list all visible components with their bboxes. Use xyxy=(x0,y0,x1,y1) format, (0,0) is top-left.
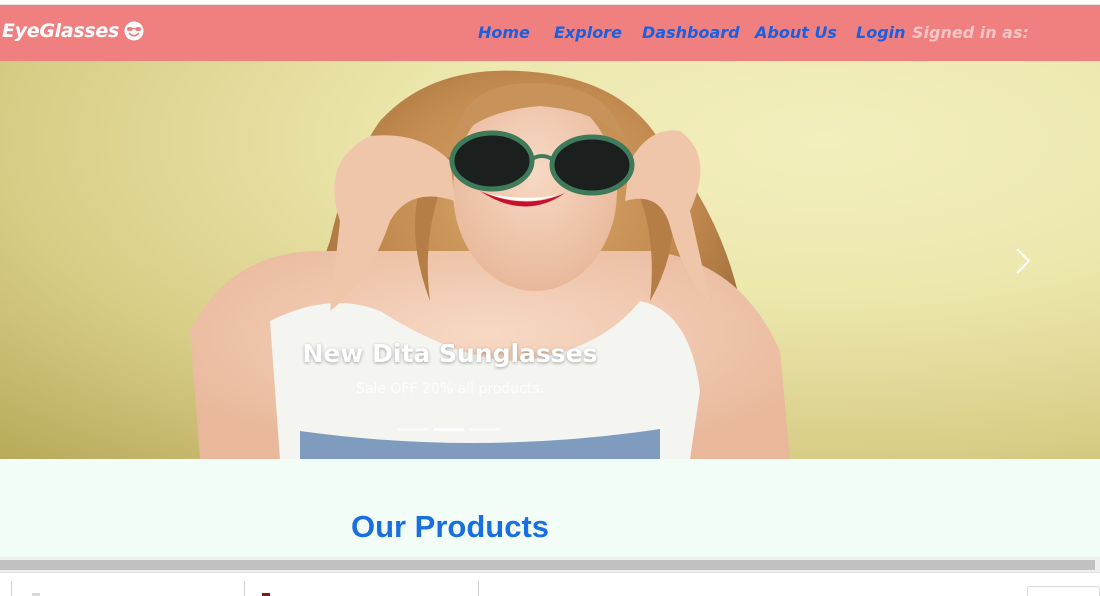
chevron-right-icon[interactable] xyxy=(1008,241,1038,281)
product-card-divider xyxy=(11,581,12,596)
signed-in-label: Signed in as: xyxy=(912,23,1029,42)
hero-carousel[interactable]: New Dita Sunglasses Sale OFF 20% all pro… xyxy=(0,61,1100,459)
carousel-title: New Dita Sunglasses xyxy=(302,339,598,368)
products-heading: Our Products xyxy=(350,509,550,544)
carousel-subtitle: Sale OFF 20% all products. xyxy=(356,381,544,397)
brand-name: EyeGlasses xyxy=(2,20,119,42)
product-cards-row xyxy=(0,572,1100,596)
nav-explore[interactable]: Explore xyxy=(554,23,622,42)
sunglasses-face-icon xyxy=(124,21,144,41)
product-card-divider xyxy=(244,581,245,596)
hero-image xyxy=(190,70,790,459)
carousel-indicator-3[interactable] xyxy=(470,428,500,431)
brand-logo[interactable]: EyeGlasses xyxy=(2,20,144,42)
navbar: EyeGlasses Home Explore Dashboard About … xyxy=(0,5,1100,61)
carousel-indicator-1[interactable] xyxy=(398,428,428,431)
scrollbar-thumb[interactable] xyxy=(0,560,1095,570)
nav-login[interactable]: Login xyxy=(856,23,906,42)
nav-home[interactable]: Home xyxy=(478,23,530,42)
horizontal-scrollbar[interactable] xyxy=(0,557,1100,572)
products-section: Our Products xyxy=(0,459,1100,557)
nav-dashboard[interactable]: Dashboard xyxy=(642,23,740,42)
nav-about-us[interactable]: About Us xyxy=(755,23,837,42)
carousel-indicators xyxy=(398,428,500,431)
product-card-divider xyxy=(478,581,479,596)
carousel-indicator-2[interactable] xyxy=(434,428,464,431)
